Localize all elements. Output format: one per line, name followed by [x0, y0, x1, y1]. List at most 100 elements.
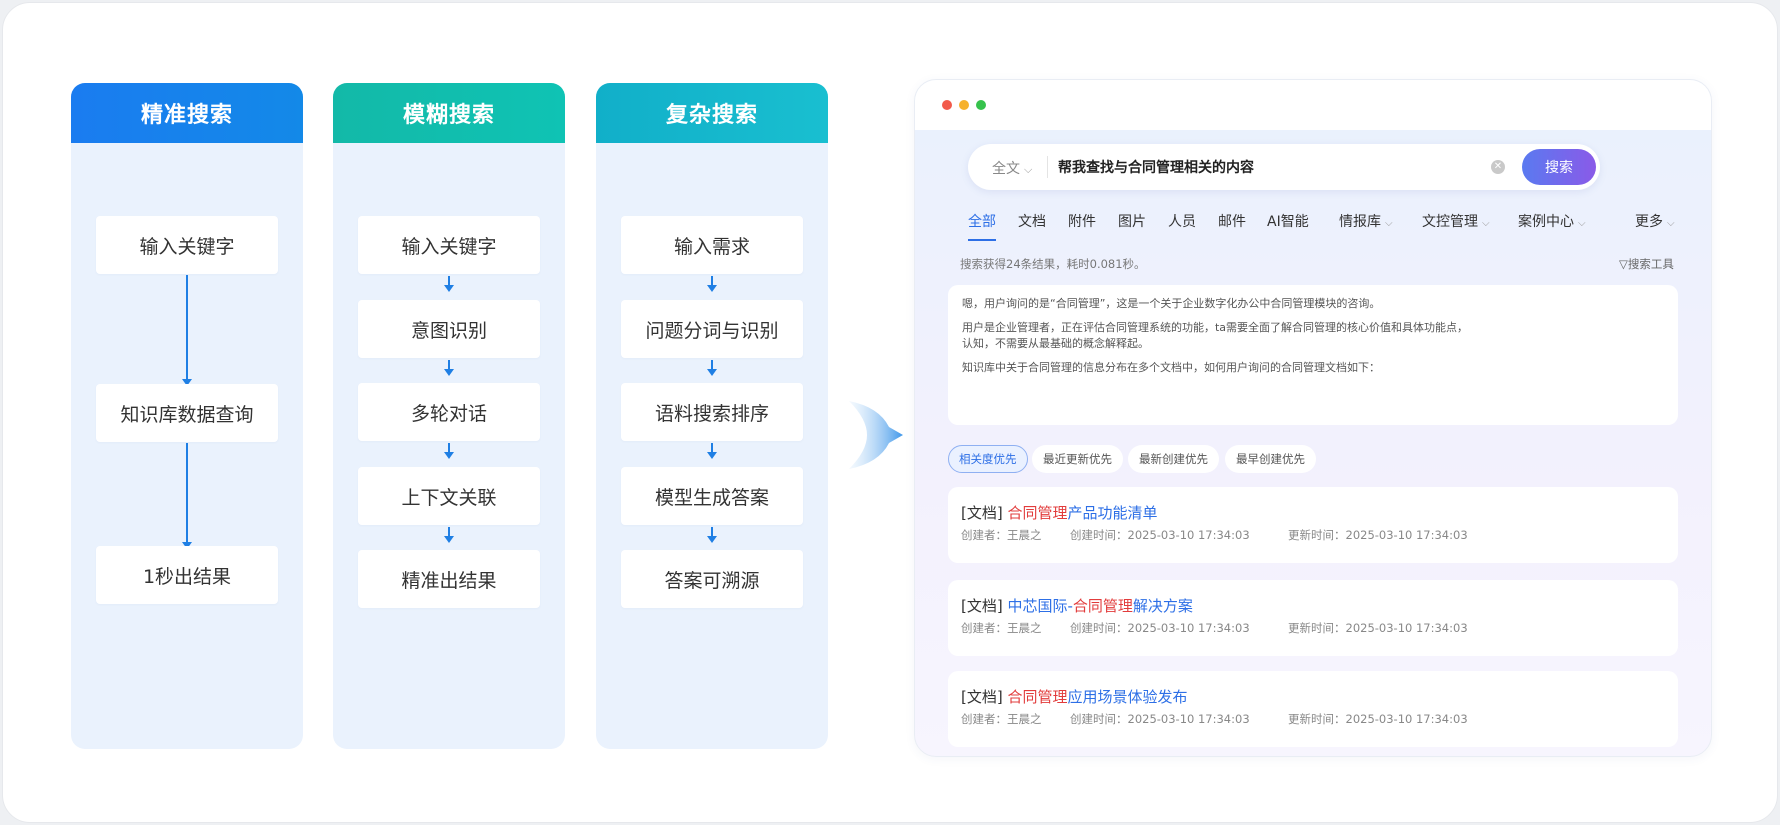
flow-arrow [444, 443, 454, 459]
ai-answer-text: 用户是企业管理者，正在评估合同管理系统的功能，ta需要全面了解合同管理的核心价值… [962, 321, 1469, 334]
category-tabs: 全部 文档 附件 图片 人员 邮件 AI智能 情报库 ⌵ 文控管理 ⌵ 案例中心 ⌵ … [968, 211, 1688, 241]
flow-arrow [182, 275, 192, 386]
search-scope-label: 全文 [992, 161, 1020, 177]
flow-arrow [444, 276, 454, 292]
flow-step: 输入关键字 [96, 216, 278, 274]
flow-arrow [182, 443, 192, 549]
chevron-down-icon: ⌵ [1578, 218, 1586, 229]
tab-case-center[interactable]: 案例中心 ⌵ [1518, 211, 1586, 231]
flow-step: 语料搜索排序 [621, 383, 803, 441]
flow-step: 问题分词与识别 [621, 300, 803, 358]
close-window-dot-icon[interactable] [942, 100, 952, 110]
result-title-highlight: 合同管理 [1072, 597, 1133, 615]
filter-icon: ▽ [1619, 257, 1628, 271]
flow-step: 答案可溯源 [621, 550, 803, 608]
sort-relevance[interactable]: 相关度优先 [948, 445, 1028, 473]
column-title: 模糊搜索 [333, 83, 565, 143]
tab-mail[interactable]: 邮件 [1218, 211, 1246, 231]
flow-arrow [707, 527, 717, 543]
search-result-item[interactable]: [文档] 合同管理应用场景体验发布 创建者：王晨之 创建时间：2025-03-1… [948, 671, 1678, 747]
chevron-down-icon: ⌵ [1667, 218, 1675, 229]
tab-all[interactable]: 全部 [968, 211, 996, 241]
result-title[interactable]: [文档] 合同管理应用场景体验发布 [961, 686, 1188, 707]
column-title: 精准搜索 [71, 83, 303, 143]
clear-search-icon[interactable]: ✕ [1491, 160, 1505, 174]
chevron-down-icon: ⌵ [1385, 218, 1393, 229]
window-titlebar [915, 80, 1711, 130]
flow-step: 输入需求 [621, 216, 803, 274]
chevron-down-icon: ⌵ [1024, 163, 1033, 176]
result-title-highlight: 合同管理 [1007, 688, 1068, 706]
maximize-window-dot-icon[interactable] [976, 100, 986, 110]
tab-images[interactable]: 图片 [1118, 211, 1146, 231]
flow-step: 意图识别 [358, 300, 540, 358]
ai-answer-text: 认知，不需要从最基础的概念解释起。 [962, 337, 1149, 350]
result-updated-time: 更新时间：2025-03-10 17:34:03 [1288, 712, 1468, 726]
exact-search-column: 精准搜索 输入关键字 知识库数据查询 1秒出结果 [71, 83, 303, 749]
slide-frame: 精准搜索 输入关键字 知识库数据查询 1秒出结果 模糊搜索 输入关键字 意图识别… [2, 2, 1778, 823]
sort-oldest-created[interactable]: 最早创建优先 [1225, 445, 1316, 473]
result-title[interactable]: [文档] 合同管理产品功能清单 [961, 502, 1158, 523]
result-updated-time: 更新时间：2025-03-10 17:34:03 [1288, 621, 1468, 635]
result-type-tag: [文档] [961, 597, 1008, 615]
flow-arrow [707, 360, 717, 376]
tab-documents[interactable]: 文档 [1018, 211, 1046, 231]
search-tools-label: 搜索工具 [1627, 257, 1674, 271]
search-button[interactable]: 搜索 [1522, 149, 1596, 185]
tab-doc-control[interactable]: 文控管理 ⌵ [1422, 211, 1490, 231]
minimize-window-dot-icon[interactable] [959, 100, 969, 110]
tab-intel-library[interactable]: 情报库 ⌵ [1339, 211, 1393, 231]
search-bar: 全文 ⌵ 帮我查找与合同管理相关的内容 ✕ 搜索 [968, 144, 1600, 190]
result-title-highlight: 合同管理 [1007, 504, 1068, 522]
result-created-time: 创建时间：2025-03-10 17:34:03 [1070, 621, 1250, 635]
flow-step: 精准出结果 [358, 550, 540, 608]
flow-step: 模型生成答案 [621, 467, 803, 525]
flow-arrow [444, 527, 454, 543]
result-creator: 创建者：王晨之 [961, 712, 1042, 726]
search-app-window: 全文 ⌵ 帮我查找与合同管理相关的内容 ✕ 搜索 全部 文档 附件 图片 人员 邮… [914, 79, 1712, 757]
complex-search-column: 复杂搜索 输入需求 问题分词与识别 语料搜索排序 模型生成答案 答案可溯源 [596, 83, 828, 749]
result-updated-time: 更新时间：2025-03-10 17:34:03 [1288, 528, 1468, 542]
flow-step: 知识库数据查询 [96, 384, 278, 442]
flow-step: 1秒出结果 [96, 546, 278, 604]
tab-ai[interactable]: AI智能 [1267, 211, 1309, 231]
tab-label: 情报库 [1339, 214, 1381, 230]
ai-answer-text: 知识库中关于合同管理的信息分布在多个文档中，如何用户询问的合同管理文档如下： [962, 361, 1380, 374]
tab-label: 更多 [1635, 214, 1663, 230]
flow-arrow [707, 443, 717, 459]
ai-answer-panel: 嗯，用户询问的是“合同管理”，这是一个关于企业数字化办公中合同管理模块的咨询。 … [948, 285, 1678, 425]
result-title-text: 中芯国际- [1007, 597, 1073, 615]
flow-arrow [707, 276, 717, 292]
sort-recent-update[interactable]: 最近更新优先 [1032, 445, 1123, 473]
result-title-text: 产品功能清单 [1067, 504, 1158, 522]
tab-people[interactable]: 人员 [1168, 211, 1196, 231]
result-type-tag: [文档] [961, 504, 1008, 522]
flow-arrow [444, 360, 454, 376]
flow-step: 输入关键字 [358, 216, 540, 274]
tab-label: 文控管理 [1422, 214, 1478, 230]
search-result-item[interactable]: [文档] 中芯国际-合同管理解决方案 创建者：王晨之 创建时间：2025-03-… [948, 580, 1678, 656]
column-title: 复杂搜索 [596, 83, 828, 143]
sort-newest-created[interactable]: 最新创建优先 [1128, 445, 1219, 473]
search-scope-select[interactable]: 全文 ⌵ [992, 158, 1032, 178]
search-tools-button[interactable]: ▽搜索工具 [1619, 256, 1674, 272]
result-stats: 搜索获得24条结果，耗时0.081秒。 [960, 257, 1146, 271]
divider [1047, 156, 1048, 178]
tab-label: 案例中心 [1518, 214, 1574, 230]
result-type-tag: [文档] [961, 688, 1008, 706]
result-title[interactable]: [文档] 中芯国际-合同管理解决方案 [961, 595, 1193, 616]
search-result-item[interactable]: [文档] 合同管理产品功能清单 创建者：王晨之 创建时间：2025-03-10 … [948, 487, 1678, 563]
result-created-time: 创建时间：2025-03-10 17:34:03 [1070, 528, 1250, 542]
result-title-text: 应用场景体验发布 [1067, 688, 1188, 706]
result-created-time: 创建时间：2025-03-10 17:34:03 [1070, 712, 1250, 726]
flow-step: 上下文关联 [358, 467, 540, 525]
search-input[interactable]: 帮我查找与合同管理相关的内容 [1058, 157, 1478, 177]
chevron-down-icon: ⌵ [1482, 218, 1490, 229]
flow-step: 多轮对话 [358, 383, 540, 441]
tab-attachments[interactable]: 附件 [1068, 211, 1096, 231]
tab-more[interactable]: 更多 ⌵ [1635, 211, 1675, 231]
ai-answer-text: 嗯，用户询问的是“合同管理”，这是一个关于企业数字化办公中合同管理模块的咨询。 [962, 297, 1381, 310]
result-creator: 创建者：王晨之 [961, 621, 1042, 635]
result-creator: 创建者：王晨之 [961, 528, 1042, 542]
big-right-arrow-icon [849, 401, 903, 469]
